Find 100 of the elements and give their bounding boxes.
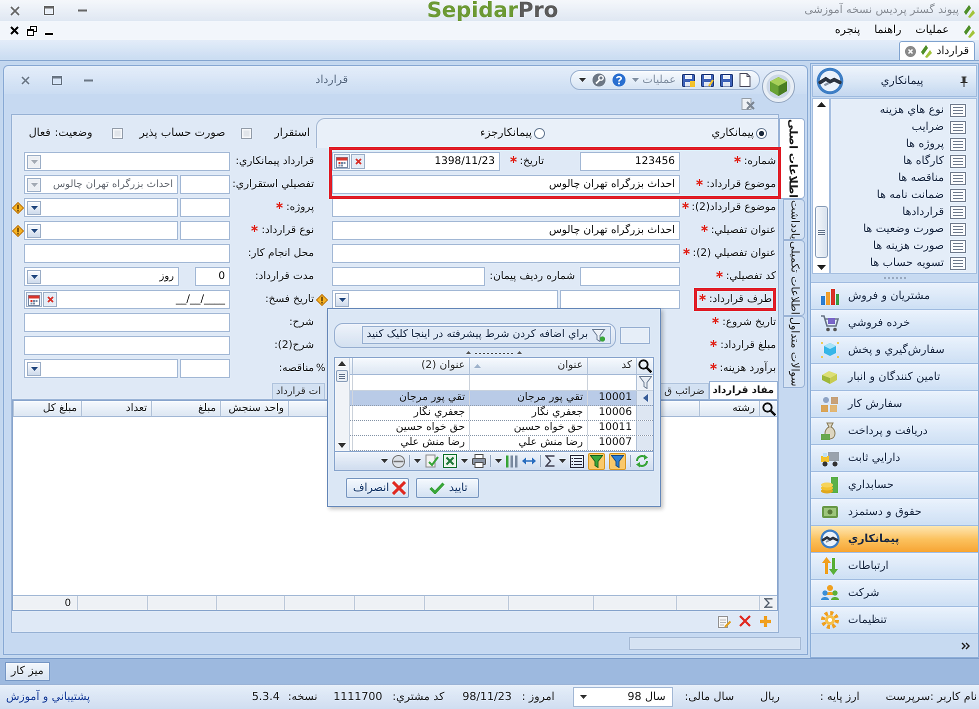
column-header[interactable]: تعداد (81, 401, 151, 416)
document-check-icon[interactable] (425, 454, 439, 468)
calendar-button[interactable] (334, 154, 350, 169)
date-field[interactable]: 1398/11/23 (332, 152, 500, 171)
sum-icon[interactable] (545, 455, 555, 467)
scrollbar-thumb[interactable] (814, 206, 828, 258)
module-button[interactable]: سفارش کار (811, 390, 978, 417)
search-icon[interactable] (762, 402, 776, 416)
caret-icon[interactable] (579, 78, 586, 82)
splitter-grip-icon[interactable] (466, 350, 522, 355)
dropdown-button[interactable] (27, 200, 41, 214)
document-tab[interactable]: قرارداد (899, 41, 975, 60)
text-field[interactable]: احداث بزرگراه تهران چالوس (332, 221, 680, 240)
column-header[interactable]: مبلغ کل (13, 401, 81, 416)
scroll-down-icon[interactable] (338, 443, 346, 448)
nav-item[interactable]: تسویه حساب ها (831, 255, 976, 272)
minus-circle-icon[interactable] (392, 454, 405, 468)
text-field[interactable] (24, 313, 230, 332)
radio-label[interactable]: پیمانکارجزء (480, 125, 532, 142)
menu-item[interactable]: پنجره (834, 22, 860, 39)
delete-icon[interactable] (739, 615, 751, 627)
scrollbar-thumb[interactable] (336, 370, 348, 382)
text-field[interactable] (180, 221, 230, 240)
grid-tab[interactable]: ضرائب ق (660, 383, 709, 399)
dropdown-button[interactable] (27, 270, 41, 284)
dropdown-field[interactable]: روز (24, 267, 179, 286)
double-chevron-icon[interactable] (961, 642, 970, 650)
filter-toggle-button[interactable] (609, 452, 626, 470)
scroll-up-icon[interactable] (338, 361, 346, 366)
maximize-icon[interactable] (52, 76, 62, 84)
module-button[interactable]: دریافت و پرداخت (811, 417, 978, 444)
calendar-button[interactable] (26, 292, 42, 307)
side-tab[interactable]: سوالات متداول (783, 316, 805, 388)
side-tab[interactable]: اطلاعات تکمیلی (783, 240, 805, 316)
resize-icon[interactable] (522, 456, 536, 466)
text-field[interactable] (580, 267, 680, 286)
document-icon[interactable] (739, 73, 751, 87)
nav-item[interactable]: نوع هاي هزینه (831, 102, 976, 119)
cube-icon[interactable] (762, 70, 795, 103)
filter-button[interactable]: براي اضافه کردن شرط پیشرفته در اینجا کلیک کنید (362, 326, 611, 344)
module-button[interactable]: پیمانکاري (811, 525, 978, 552)
nav-item[interactable]: کارگاه ها (831, 153, 976, 170)
checkbox[interactable] (241, 128, 252, 138)
scroll-up-icon[interactable] (816, 102, 826, 107)
text-field[interactable]: 123456 (580, 152, 680, 171)
restore-icon[interactable] (27, 26, 37, 36)
clear-button[interactable] (43, 292, 57, 307)
refresh-icon[interactable] (635, 454, 649, 468)
text-field[interactable] (332, 198, 680, 217)
column-header[interactable]: عنوان (469, 358, 587, 374)
minimize-icon[interactable] (45, 32, 53, 34)
module-button[interactable]: حقوق و دستمزد (811, 498, 978, 525)
taskbar-button[interactable]: میز کار (5, 662, 50, 681)
edit-icon[interactable] (718, 614, 731, 628)
caret-icon[interactable] (381, 459, 388, 463)
module-button[interactable]: شرکت (811, 579, 978, 606)
column-header[interactable]: عنوان (2) (352, 358, 469, 374)
date-field[interactable]: __/__/____ (24, 290, 230, 309)
column-header[interactable]: واحد سنجش (220, 401, 288, 416)
filter-toggle-button[interactable] (588, 452, 605, 470)
dropdown-button[interactable] (27, 362, 41, 376)
wrench-icon[interactable] (592, 73, 606, 87)
cancel-button[interactable]: انصراف (346, 478, 409, 498)
dropdown-field[interactable] (24, 198, 178, 217)
nav-item[interactable]: پروژه ها (831, 136, 976, 153)
spreadsheet-icon[interactable] (443, 454, 457, 468)
radio-label[interactable]: پیمانکاري (711, 125, 754, 142)
text-field[interactable] (180, 198, 230, 217)
text-field[interactable] (560, 290, 680, 309)
printer-icon[interactable] (472, 454, 486, 468)
grid-tab[interactable]: ات قرارداد (272, 383, 325, 399)
module-button[interactable]: مشتریان و فروش (811, 282, 978, 309)
module-button[interactable]: تنظیمات (811, 606, 978, 633)
side-tab[interactable]: یادداشت (783, 199, 805, 240)
help-icon[interactable] (612, 73, 626, 87)
nav-item[interactable]: ضمانت نامه ها (831, 187, 976, 204)
dropdown-field[interactable] (24, 221, 178, 240)
caret-icon[interactable] (414, 459, 421, 463)
scrollbar[interactable] (812, 98, 830, 274)
column-header[interactable]: رشته (699, 401, 759, 416)
grid-tab[interactable]: مفاد قرارداد (708, 381, 778, 399)
scroll-down-icon[interactable] (816, 265, 826, 270)
nav-item[interactable]: ضرایب (831, 119, 976, 136)
close-icon[interactable] (10, 26, 19, 35)
nav-item[interactable]: صورت هزینه ها (831, 238, 976, 255)
text-field[interactable] (620, 326, 650, 344)
pin-icon[interactable] (960, 76, 968, 86)
caret-icon[interactable] (461, 459, 468, 463)
column-header[interactable]: مبلغ (151, 401, 220, 416)
text-field[interactable] (180, 359, 230, 378)
search-icon[interactable] (638, 359, 652, 373)
checkbox[interactable] (112, 128, 124, 138)
module-button[interactable]: تامین کنندگان و انبار (811, 363, 978, 390)
fiscal-year-dropdown[interactable]: سال 98 (572, 687, 673, 707)
dropdown-button[interactable] (335, 292, 349, 306)
caret-icon[interactable] (495, 459, 502, 463)
list-icon[interactable] (570, 454, 584, 468)
side-tab[interactable]: اطلاعات اصلی (779, 118, 805, 200)
text-field[interactable] (24, 244, 230, 263)
text-field[interactable]: احداث بزرگراه تهران چالوس (332, 175, 680, 194)
